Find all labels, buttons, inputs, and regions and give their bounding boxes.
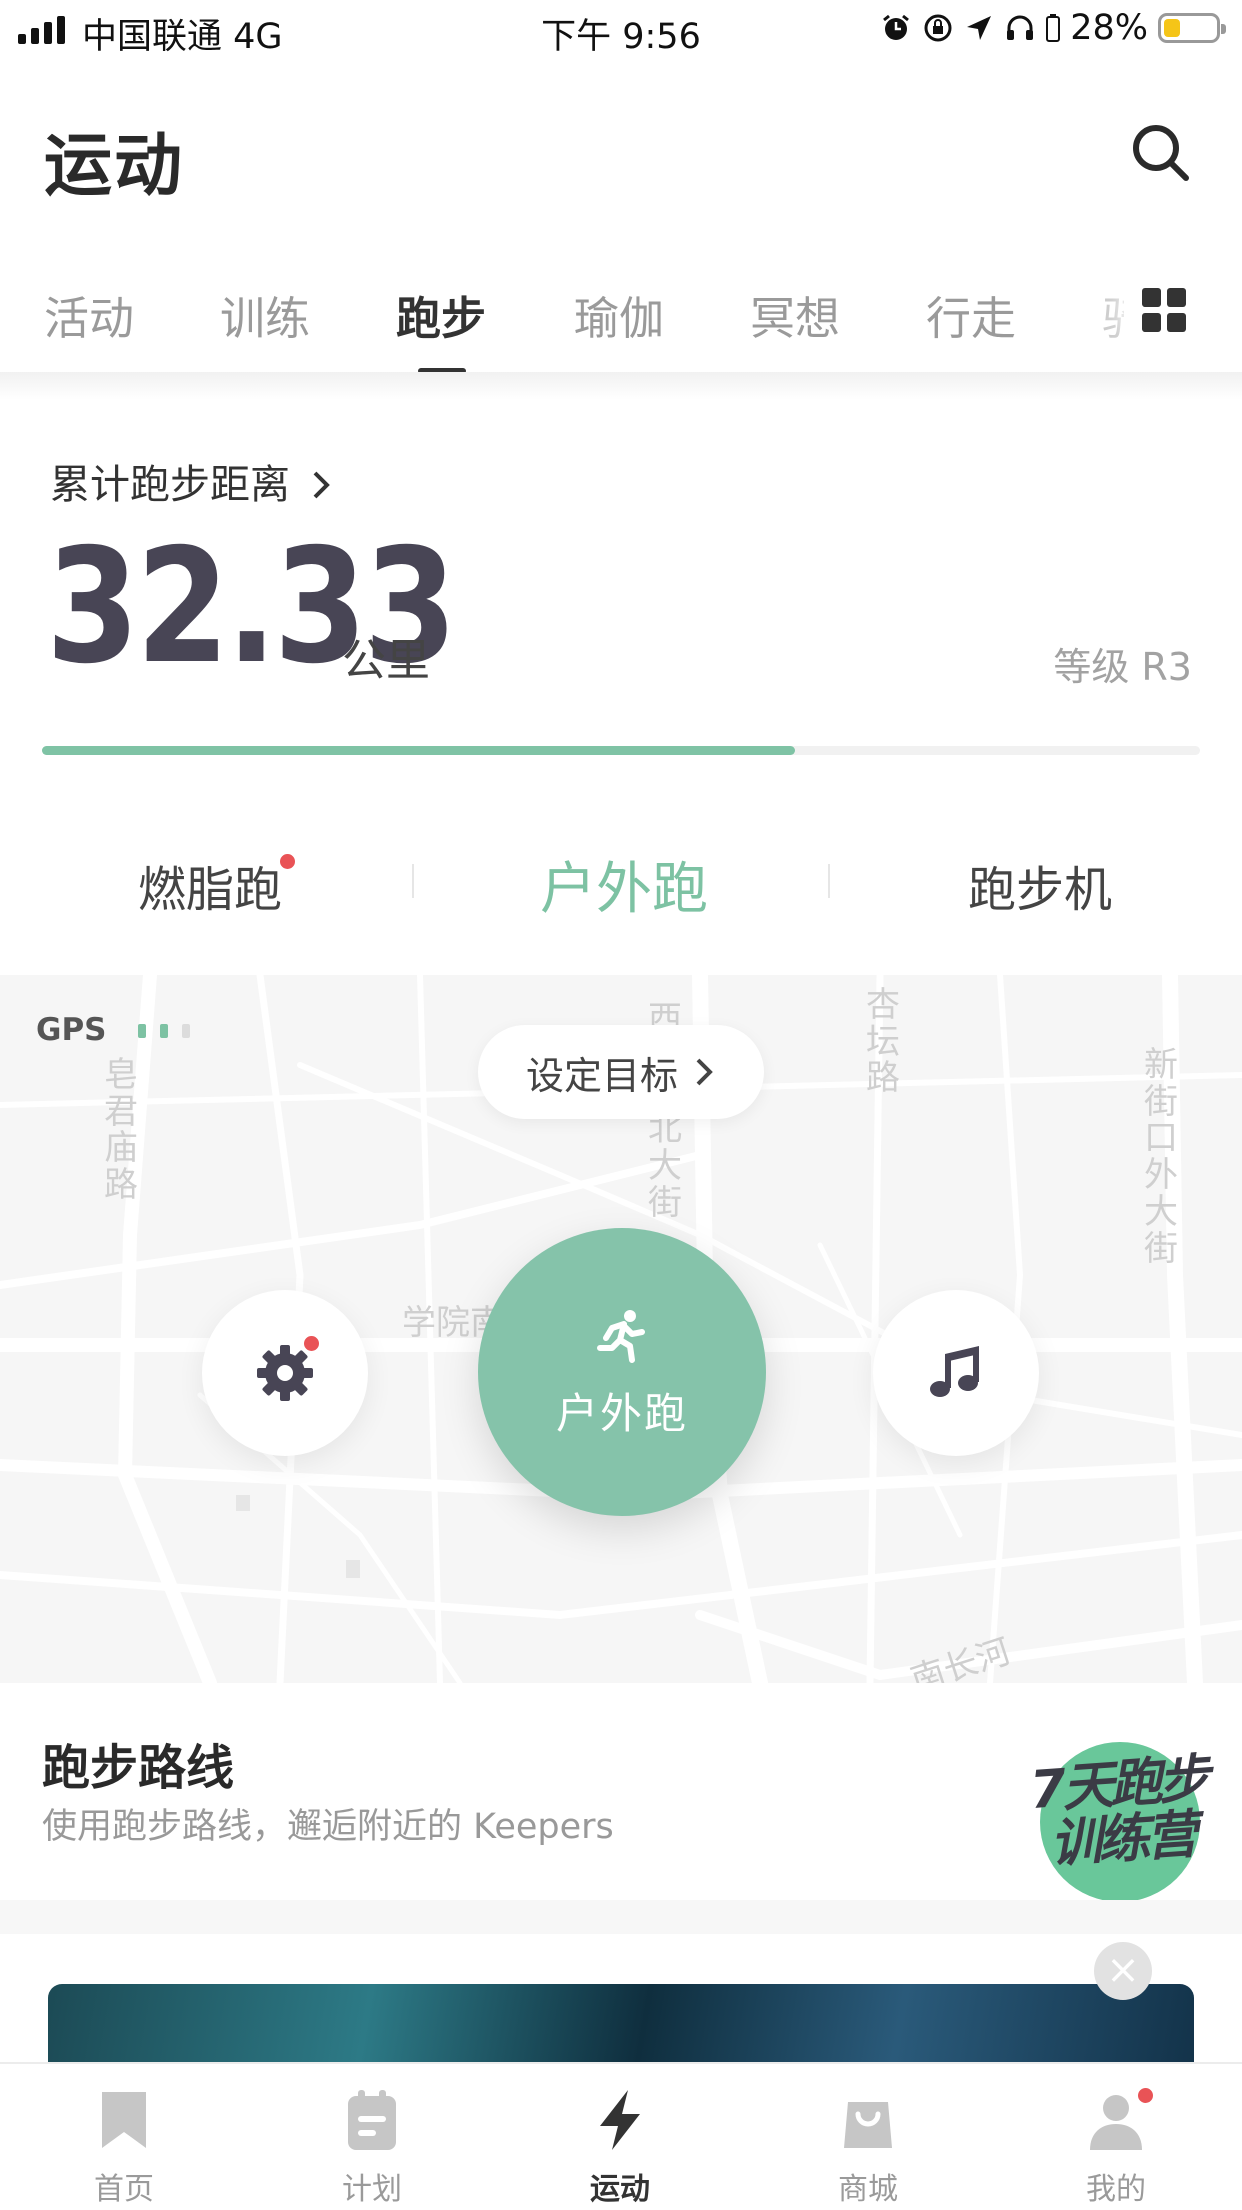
- location-arrow-icon: [967, 16, 992, 40]
- clipboard-icon: [348, 2090, 396, 2150]
- mode-fat-burn-run[interactable]: 燃脂跑: [138, 850, 282, 920]
- status-bar: 中国联通 4G 下午 9:56 28%: [0, 0, 1242, 62]
- gps-label: GPS: [36, 1012, 107, 1048]
- tab-training[interactable]: 训练: [220, 282, 310, 347]
- mode-separator: [412, 864, 414, 898]
- rotation-lock-icon: [924, 14, 952, 42]
- map-street-label: 新街口外大街: [1144, 1045, 1178, 1269]
- tab-home[interactable]: 首页: [0, 2064, 248, 2210]
- tab-plan-label: 计划: [342, 2172, 402, 2207]
- total-distance-link[interactable]: 累计跑步距离: [50, 452, 335, 510]
- tab-sports[interactable]: 运动: [496, 2064, 744, 2210]
- charging-icon: [1046, 14, 1061, 42]
- bookmark-icon: [102, 2092, 146, 2148]
- tab-sports-label: 运动: [590, 2172, 650, 2207]
- person-icon: [1090, 2095, 1142, 2150]
- tab-meditation[interactable]: 冥想: [750, 282, 840, 347]
- notification-badge: [304, 1336, 319, 1351]
- status-right: 28%: [880, 8, 1226, 48]
- battery-percent: 28%: [1070, 8, 1148, 48]
- training-camp-promo[interactable]: 7天跑步 训练营: [1022, 1736, 1218, 1902]
- bottom-tab-bar: 首页 计划 运动 商城 我的: [0, 2062, 1242, 2210]
- headphones-icon: [1007, 15, 1034, 40]
- music-button[interactable]: [873, 1290, 1039, 1456]
- tab-plan[interactable]: 计划: [248, 2064, 496, 2210]
- notification-badge: [280, 854, 295, 869]
- runner-level: 等级 R3: [1053, 645, 1192, 689]
- section-divider: [0, 1900, 1242, 1934]
- mode-outdoor-run[interactable]: 户外跑: [540, 844, 708, 925]
- mode-treadmill[interactable]: 跑步机: [968, 850, 1112, 920]
- category-tabs: 活动 训练 跑步 瑜伽 冥想 行走 骑: [0, 270, 1242, 380]
- runner-icon: [597, 1310, 645, 1363]
- tab-running[interactable]: 跑步: [396, 282, 486, 347]
- tab-home-label: 首页: [94, 2172, 154, 2207]
- chevron-right-icon: [313, 471, 330, 499]
- close-icon: ×: [1106, 1947, 1140, 1993]
- start-outdoor-run-button[interactable]: 户外跑: [478, 1228, 766, 1516]
- grid-menu-icon[interactable]: [1142, 288, 1186, 332]
- search-icon[interactable]: [1130, 122, 1192, 184]
- gear-icon: [257, 1345, 313, 1401]
- promo-text: 7天跑步 训练营: [1018, 1749, 1221, 1875]
- notification-badge: [1138, 2088, 1153, 2103]
- settings-button[interactable]: [202, 1290, 368, 1456]
- music-note-icon: [930, 1346, 979, 1397]
- mode-separator: [828, 864, 830, 898]
- battery-icon: [1158, 13, 1226, 43]
- total-distance-label: 累计跑步距离: [50, 462, 290, 508]
- close-promo-button[interactable]: ×: [1094, 1942, 1152, 2000]
- promo-banner-image[interactable]: [48, 1984, 1194, 2064]
- level-progress-bar: [42, 746, 1200, 755]
- distance-unit: 公里: [342, 635, 430, 686]
- tab-activity[interactable]: 活动: [44, 282, 134, 347]
- tabs-divider: [0, 372, 1242, 400]
- tab-profile[interactable]: 我的: [992, 2064, 1240, 2210]
- start-button-label: 户外跑: [555, 1389, 688, 1438]
- promo-line: 训练营: [1047, 1804, 1196, 1875]
- tab-store-label: 商城: [838, 2172, 898, 2207]
- page-title: 运动: [44, 127, 185, 206]
- map-street-label: 杏坛路: [866, 985, 900, 1099]
- tab-walking[interactable]: 行走: [926, 282, 1016, 347]
- map-street-label: 皂君庙路: [104, 1055, 138, 1206]
- tab-store[interactable]: 商城: [744, 2064, 992, 2210]
- alarm-icon: [883, 14, 910, 40]
- lightning-icon: [600, 2090, 640, 2150]
- set-goal-label: 设定目标: [525, 1053, 678, 1098]
- chevron-right-icon: [696, 1058, 713, 1086]
- shopping-bag-icon: [844, 2102, 892, 2148]
- tab-cycling[interactable]: 骑: [1102, 282, 1124, 347]
- running-route-title[interactable]: 跑步路线: [42, 1728, 234, 1798]
- tab-yoga[interactable]: 瑜伽: [574, 282, 664, 347]
- level-progress-fill: [42, 746, 795, 755]
- set-goal-button[interactable]: 设定目标: [478, 1025, 764, 1119]
- running-route-subtitle: 使用跑步路线，邂逅附近的 Keepers: [42, 1807, 614, 1847]
- tab-profile-label: 我的: [1086, 2172, 1146, 2207]
